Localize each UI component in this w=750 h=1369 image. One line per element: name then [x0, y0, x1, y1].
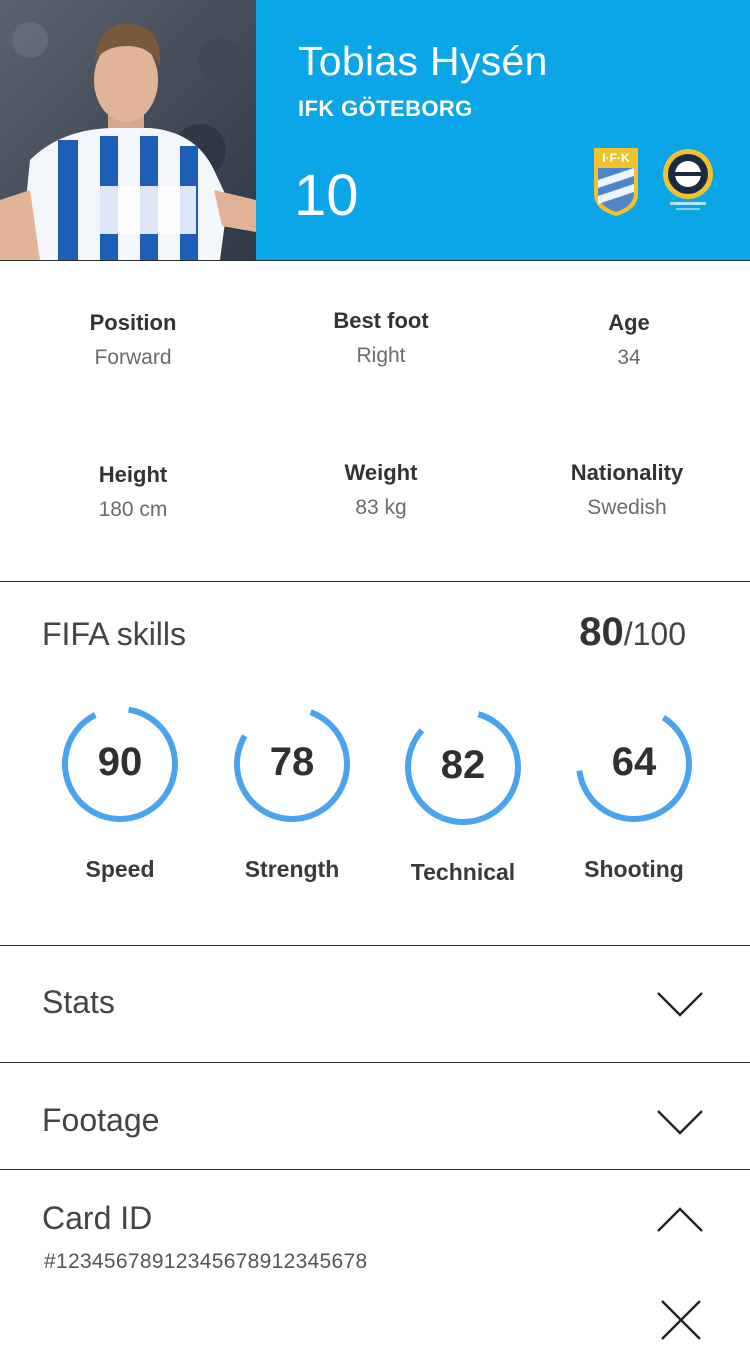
skills-total-max: /100: [623, 616, 686, 652]
skill-value: 90: [97, 740, 143, 784]
skills-divider: [0, 945, 750, 946]
skills-total: 80/100: [579, 610, 686, 655]
skill-technical: 82 Technical: [388, 707, 538, 886]
skill-value: 64: [611, 740, 657, 784]
footage-divider: [0, 1169, 750, 1170]
skill-label: Speed: [85, 856, 155, 882]
info-label: Nationality: [570, 460, 684, 485]
section-title-card-id[interactable]: Card ID: [42, 1200, 152, 1237]
info-value: Swedish: [587, 496, 667, 519]
skills-title: FIFA skills: [42, 616, 187, 652]
skill-label: Shooting: [584, 856, 684, 882]
info-best-foot: Best foot Right: [256, 308, 506, 368]
section-title-stats[interactable]: Stats: [42, 984, 115, 1021]
info-nationality: Nationality Swedish: [502, 460, 750, 520]
close-icon[interactable]: [660, 1299, 702, 1346]
player-photo: [0, 0, 256, 260]
chevron-down-icon[interactable]: [656, 990, 704, 1023]
info-divider: [0, 581, 750, 582]
skill-shooting: 64 Shooting: [559, 704, 709, 883]
skill-strength: 78 Strength: [217, 704, 367, 883]
info-weight: Weight 83 kg: [256, 460, 506, 520]
info-value: Forward: [94, 346, 172, 369]
skill-value: 82: [440, 743, 486, 787]
player-header: Tobias Hysén IFK GÖTEBORG 10 I·F·K: [0, 0, 750, 260]
info-position: Position Forward: [8, 310, 258, 370]
svg-text:I·F·K: I·F·K: [602, 151, 630, 165]
info-label: Position: [89, 310, 177, 335]
shirt-number: 10: [294, 163, 359, 228]
skill-label: Strength: [244, 856, 340, 882]
skill-label: Technical: [410, 859, 516, 885]
info-label: Weight: [344, 460, 418, 485]
club-badge-icon: I·F·K: [590, 146, 642, 223]
section-title-footage[interactable]: Footage: [42, 1102, 159, 1139]
chevron-up-icon[interactable]: [656, 1206, 704, 1239]
info-value: Right: [356, 344, 406, 367]
info-value: 83 kg: [355, 496, 407, 519]
info-value: 34: [617, 346, 641, 369]
player-name: Tobias Hysén: [298, 38, 548, 84]
chevron-down-icon[interactable]: [656, 1108, 704, 1141]
league-badge-icon: [660, 148, 716, 219]
info-value: 180 cm: [98, 498, 168, 521]
info-label: Height: [98, 462, 168, 487]
stats-divider: [0, 1062, 750, 1063]
header-divider: [0, 260, 750, 261]
info-height: Height 180 cm: [8, 462, 258, 522]
info-label: Best foot: [333, 308, 429, 333]
info-label: Age: [608, 310, 650, 335]
skill-value: 78: [269, 740, 315, 784]
info-age: Age 34: [504, 310, 750, 370]
card-id-value: #12345678912345678912345678: [44, 1250, 368, 1273]
club-name: IFK GÖTEBORG: [298, 96, 473, 121]
skill-speed: 90 Speed: [45, 704, 195, 883]
skills-total-score: 80: [579, 610, 624, 654]
